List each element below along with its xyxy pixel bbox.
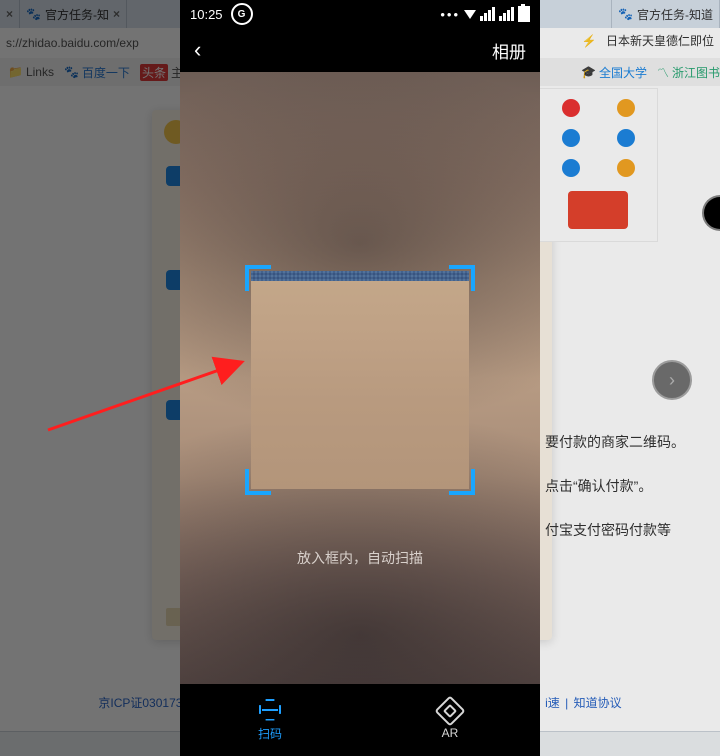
frame-corner [245,265,271,291]
scan-frame [245,265,475,495]
frame-corner [449,469,475,495]
album-button[interactable]: 相册 [492,38,526,63]
status-time: 10:25 [190,7,223,22]
more-icon: ••• [440,7,460,22]
tab-scan[interactable]: 扫码 [180,684,360,756]
signal-icon [499,7,514,21]
scan-hint-text: 放入框内，自动扫描 [180,548,540,568]
phone-bottom-tabs: 扫码 AR [180,684,540,756]
frame-corner [449,265,475,291]
signal-icon [480,7,495,21]
ar-icon [439,700,461,722]
battery-icon [518,6,530,22]
phone-status-bar: 10:25 G ••• [180,0,540,28]
back-icon[interactable]: ‹ [194,37,201,63]
scan-icon [259,699,281,721]
netease-icon: G [231,3,253,25]
scan-area [251,271,469,489]
tab-ar[interactable]: AR [360,684,540,756]
phone-nav-bar: ‹ 相册 [180,28,540,72]
frame-corner [245,469,271,495]
scan-line [251,271,469,281]
wifi-icon [464,10,476,19]
